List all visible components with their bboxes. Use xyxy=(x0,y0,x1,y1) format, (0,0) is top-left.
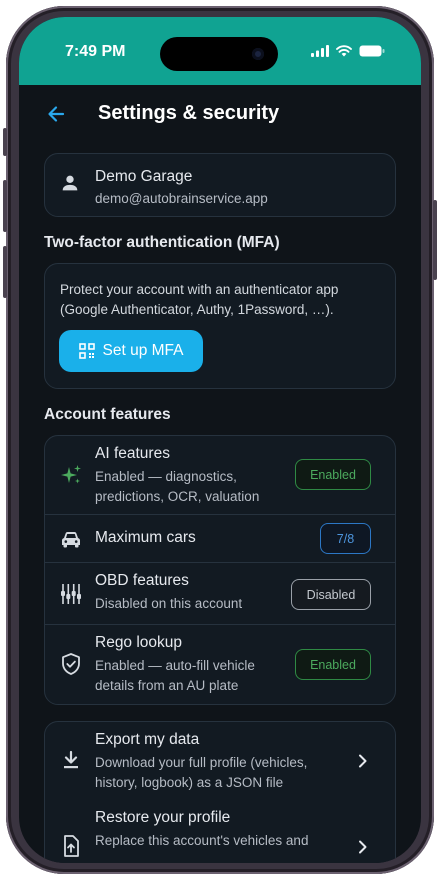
feature-row-rego: Rego lookup Enabled — auto-fill vehicle … xyxy=(45,624,395,705)
action-subtitle: Replace this account's vehicles and xyxy=(95,833,309,848)
setup-mfa-label: Set up MFA xyxy=(102,342,184,359)
volume-down-button xyxy=(3,246,7,298)
feature-row-ai: AI features Enabled — diagnostics, predi… xyxy=(45,436,395,514)
features-card: AI features Enabled — diagnostics, predi… xyxy=(44,435,396,705)
profile-email: demo@autobrainservice.app xyxy=(95,191,268,206)
camera-icon xyxy=(252,48,264,60)
back-button[interactable] xyxy=(41,99,71,129)
feature-title: OBD features xyxy=(95,572,189,589)
sparkle-icon xyxy=(61,465,81,484)
chevron-right-icon xyxy=(359,840,367,854)
profile-name: Demo Garage xyxy=(95,168,193,185)
feature-row-max-cars: Maximum cars 7/8 xyxy=(45,514,395,563)
wifi-icon xyxy=(336,45,352,57)
dynamic-island xyxy=(160,37,278,71)
mfa-card: Protect your account with an authenticat… xyxy=(44,263,396,389)
feature-subtitle: Enabled — auto-fill vehicle details from… xyxy=(95,658,255,693)
setup-mfa-button[interactable]: Set up MFA xyxy=(59,330,203,372)
status-badge: Enabled xyxy=(295,649,371,680)
feature-subtitle: Enabled — diagnostics, predictions, OCR,… xyxy=(95,469,260,504)
status-bar: 7:49 PM xyxy=(19,17,421,85)
feature-title: Rego lookup xyxy=(95,634,183,651)
action-subtitle: Download your full profile (vehicles, hi… xyxy=(95,755,308,790)
mfa-description: Protect your account with an authenticat… xyxy=(60,282,339,317)
feature-subtitle: Disabled on this account xyxy=(95,596,243,611)
upload-file-icon xyxy=(64,835,79,857)
feature-row-obd: OBD features Disabled on this account Di… xyxy=(45,562,395,625)
shield-check-icon xyxy=(62,653,80,675)
feature-title: AI features xyxy=(95,445,170,462)
count-badge: 7/8 xyxy=(320,523,371,554)
app-header: Settings & security xyxy=(19,85,421,145)
screen: 7:49 PM Settings & security Demo Garage … xyxy=(19,17,421,863)
action-title: Export my data xyxy=(95,731,200,748)
power-button xyxy=(433,200,437,280)
arrow-left-icon xyxy=(48,106,65,122)
signal-icon xyxy=(311,45,329,57)
profile-card[interactable]: Demo Garage demo@autobrainservice.app xyxy=(44,153,396,217)
chevron-right-icon xyxy=(359,754,367,768)
action-title: Restore your profile xyxy=(95,809,231,826)
volume-up-button xyxy=(3,180,7,232)
battery-icon xyxy=(359,45,385,57)
person-icon xyxy=(62,175,78,191)
obd-connector-icon xyxy=(61,584,81,604)
status-badge: Enabled xyxy=(295,459,371,490)
mfa-section-title: Two-factor authentication (MFA) xyxy=(44,234,280,251)
data-actions-card: Export my data Download your full profil… xyxy=(44,721,396,863)
status-badge: Disabled xyxy=(291,579,371,610)
qr-code-icon xyxy=(78,343,95,359)
feature-title: Maximum cars xyxy=(95,529,196,546)
restore-profile-row[interactable]: Restore your profile Replace this accoun… xyxy=(45,802,395,863)
car-icon xyxy=(62,532,80,548)
download-icon xyxy=(64,750,78,769)
export-data-row[interactable]: Export my data Download your full profil… xyxy=(45,722,395,802)
status-icons xyxy=(311,45,385,57)
page-title: Settings & security xyxy=(98,102,280,124)
status-time: 7:49 PM xyxy=(65,43,126,60)
features-section-title: Account features xyxy=(44,406,171,423)
action-button xyxy=(3,128,7,156)
